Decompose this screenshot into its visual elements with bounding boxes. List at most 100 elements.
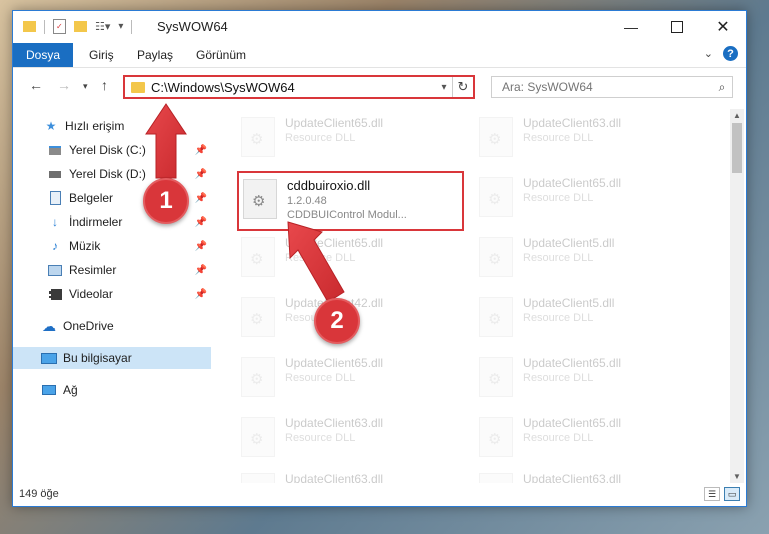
dll-file-icon: ⚙: [479, 177, 513, 217]
downloads-icon: ↓: [52, 215, 58, 229]
pin-icon[interactable]: 📌: [195, 145, 207, 156]
sidebar-item-this-pc[interactable]: Bu bilgisayar: [13, 347, 211, 369]
back-button[interactable]: ←: [29, 77, 43, 93]
file-name: UpdateClient65.dll: [523, 416, 622, 430]
explorer-window: ✓ ☷▾ ▾ SysWOW64 — ✕ Dosya Giriş Paylaş G…: [12, 10, 747, 507]
tab-file[interactable]: Dosya: [13, 43, 73, 67]
gear-icon: ⚙: [250, 131, 264, 148]
file-item[interactable]: ⚙ UpdateClient63.dllResource DLL: [241, 413, 466, 465]
pin-icon[interactable]: 📌: [195, 217, 207, 228]
file-name: UpdateClient5.dll: [523, 236, 615, 250]
forward-button[interactable]: →: [57, 77, 71, 93]
item-count: 149 öğe: [19, 488, 59, 500]
file-item[interactable]: ⚙ UpdateClient65.dll Resource DLL: [479, 173, 704, 225]
file-type: Resource DLL: [523, 132, 594, 144]
dll-file-icon: ⚙: [479, 237, 513, 277]
sidebar-item-videos[interactable]: Videolar 📌: [13, 283, 211, 305]
sidebar-item-music[interactable]: ♪ Müzik 📌: [13, 235, 211, 257]
file-type: Resource DLL: [523, 432, 594, 444]
minimize-button[interactable]: —: [608, 11, 654, 43]
file-description: CDDBUIControl Modul...: [287, 209, 407, 221]
tab-home[interactable]: Giriş: [89, 48, 114, 62]
scroll-up-icon[interactable]: ▲: [730, 111, 744, 120]
documents-icon: [47, 191, 63, 205]
search-box[interactable]: ⌕: [491, 76, 733, 98]
tab-share[interactable]: Paylaş: [137, 48, 173, 62]
details-view-icon[interactable]: ☰: [704, 487, 720, 501]
maximize-button[interactable]: [654, 11, 700, 43]
pin-icon[interactable]: 📌: [195, 265, 207, 276]
up-button[interactable]: ↑: [101, 77, 108, 93]
close-button[interactable]: ✕: [700, 11, 746, 43]
dll-file-icon: ⚙: [241, 117, 275, 157]
address-dropdown-icon[interactable]: ▾: [436, 82, 452, 93]
gear-icon: ⚙: [488, 131, 502, 148]
file-item[interactable]: ⚙ UpdateClient65.dll Resource DLL: [241, 353, 466, 405]
ribbon-help-area: ⌄ ?: [704, 46, 738, 61]
dll-file-icon: ⚙: [243, 179, 277, 219]
computer-icon: [41, 351, 57, 365]
pin-icon[interactable]: 📌: [195, 241, 207, 252]
tab-view[interactable]: Görünüm: [196, 48, 246, 62]
gear-icon: ⚙: [252, 193, 266, 210]
refresh-button[interactable]: ↻: [452, 77, 473, 97]
scroll-down-icon[interactable]: ▼: [730, 472, 744, 481]
gear-icon: ⚙: [488, 311, 502, 328]
help-icon[interactable]: ?: [723, 46, 738, 61]
vertical-scrollbar[interactable]: ▲ ▼: [730, 109, 744, 483]
quick-access-toolbar: ✓ ☷▾ ▾: [23, 19, 133, 34]
file-item[interactable]: ⚙ UpdateClient65.dll Resource DLL: [479, 353, 704, 405]
address-path[interactable]: C:\Windows\SysWOW64: [151, 80, 436, 95]
file-name: UpdateClient5.dll: [523, 296, 615, 310]
customize-dropdown-icon[interactable]: ▾: [118, 21, 123, 32]
sidebar-item-label: Resimler: [69, 263, 117, 277]
sidebar-item-label: Yerel Disk (D:): [69, 167, 146, 181]
file-item[interactable]: ⚙ UpdateClient63.dllResource DLL: [479, 469, 704, 483]
sidebar-item-label: Hızlı erişim: [65, 119, 125, 133]
star-icon: ★: [45, 119, 57, 133]
sidebar-item-label: Belgeler: [69, 191, 114, 205]
dll-file-icon: ⚙: [241, 417, 275, 457]
dll-file-icon: ⚙: [479, 297, 513, 337]
pin-icon[interactable]: 📌: [195, 193, 207, 204]
address-bar[interactable]: C:\Windows\SysWOW64 ▾ ↻: [123, 75, 475, 99]
file-type: Resource DLL: [285, 372, 356, 384]
dll-file-icon: ⚙: [479, 117, 513, 157]
sidebar-item-pictures[interactable]: Resimler 📌: [13, 259, 211, 281]
sidebar-item-onedrive[interactable]: ☁ OneDrive: [13, 315, 211, 337]
expand-ribbon-icon[interactable]: ⌄: [704, 47, 713, 60]
dll-file-icon: ⚙: [241, 297, 275, 337]
gear-icon: ⚙: [488, 191, 502, 208]
file-item[interactable]: ⚙ UpdateClient65.dll Resource DLL: [479, 413, 704, 465]
pin-icon[interactable]: 📌: [195, 169, 207, 180]
file-type: Resource DLL: [285, 432, 356, 444]
file-item[interactable]: ⚙ UpdateClient5.dll Resource DLL: [479, 233, 704, 285]
sidebar-item-network[interactable]: Ağ: [13, 379, 211, 401]
navigation-pane: ★ Hızlı erişim Yerel Disk (C:) 📌 Yerel D…: [13, 109, 211, 471]
search-input[interactable]: [500, 79, 712, 95]
sidebar-item-quick-access[interactable]: ★ Hızlı erişim: [13, 115, 211, 137]
recent-locations-button[interactable]: ▾: [83, 81, 88, 92]
new-folder-icon[interactable]: [74, 21, 87, 32]
search-icon: ⌕: [718, 79, 726, 94]
file-item[interactable]: ⚙ UpdateClient63.dllResource DLL: [479, 113, 704, 165]
cloud-icon: ☁: [42, 317, 56, 334]
sidebar-item-disk-d[interactable]: Yerel Disk (D:) 📌: [13, 163, 211, 185]
file-item[interactable]: ⚙ UpdateClient63.dllResource DLL: [241, 469, 466, 483]
properties-icon[interactable]: ✓: [53, 19, 66, 34]
folder-icon: [131, 81, 145, 93]
sidebar-item-label: OneDrive: [63, 319, 114, 333]
network-icon: [41, 383, 57, 397]
sidebar-item-label: Yerel Disk (C:): [69, 143, 146, 157]
sidebar-item-disk-c[interactable]: Yerel Disk (C:) 📌: [13, 139, 211, 161]
file-item[interactable]: ⚙ UpdateClient65.dll Resource DLL: [241, 113, 466, 165]
maximize-icon: [671, 21, 683, 33]
tiles-view-icon[interactable]: ▭: [724, 487, 740, 501]
ribbon-tabs: Dosya Giriş Paylaş Görünüm ⌄ ?: [13, 43, 746, 68]
file-item[interactable]: ⚙ UpdateClient5.dll Resource DLL: [479, 293, 704, 345]
pin-icon[interactable]: 📌: [195, 289, 207, 300]
customize-icon[interactable]: ☷▾: [95, 20, 110, 33]
file-item[interactable]: ⚙ UpdateClient65.dll Resource DLL: [241, 233, 466, 285]
scrollbar-thumb[interactable]: [732, 123, 742, 173]
file-item-highlighted[interactable]: ⚙ cddbuiroxio.dll 1.2.0.48 CDDBUIControl…: [237, 171, 464, 231]
